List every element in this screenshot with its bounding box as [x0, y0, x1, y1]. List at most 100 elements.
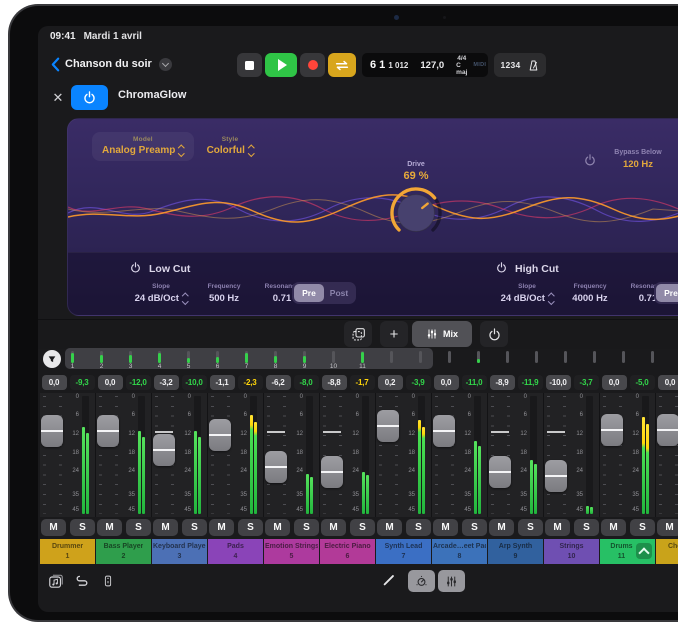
volume-value[interactable]: -8,9	[490, 375, 515, 390]
bypass-power-icon[interactable]	[584, 153, 596, 171]
volume-value[interactable]: -8,8	[322, 375, 347, 390]
volume-value[interactable]: -3,2	[154, 375, 179, 390]
fader-zone: 061218243545	[376, 393, 432, 517]
mix-toggle-button[interactable]: Mix	[412, 321, 472, 347]
bypass-below-control[interactable]: Bypass Below 120 Hz	[602, 149, 674, 170]
pre-button[interactable]: Pre	[656, 284, 678, 302]
volume-value[interactable]: -10,0	[546, 375, 571, 390]
post-button[interactable]: Post	[324, 284, 354, 302]
mute-button[interactable]: M	[41, 519, 66, 536]
mute-button[interactable]: M	[97, 519, 122, 536]
style-selector[interactable]: Style Colorful	[198, 136, 262, 156]
fader-handle[interactable]	[97, 415, 119, 447]
solo-button[interactable]: S	[462, 519, 487, 536]
volume-value[interactable]: -6,2	[266, 375, 291, 390]
track-label[interactable]: Bass Player2	[96, 539, 151, 564]
track-label[interactable]: Arcade…eet Pad8	[432, 539, 487, 564]
plugin-power-button[interactable]	[71, 85, 108, 110]
track-label[interactable]: Keyboard Player3	[152, 539, 207, 564]
track-label[interactable]: Arp Synth9	[488, 539, 543, 564]
play-button[interactable]	[265, 53, 297, 77]
track-label[interactable]: Strings10	[544, 539, 599, 564]
stop-button[interactable]	[237, 53, 262, 77]
volume-value[interactable]: 0,0	[602, 375, 627, 390]
copy-settings-button[interactable]	[344, 321, 372, 347]
mixer-view-button[interactable]	[438, 570, 465, 592]
track-label[interactable]: Pads4	[208, 539, 263, 564]
record-button[interactable]	[300, 53, 325, 77]
volume-value[interactable]: 0,0	[98, 375, 123, 390]
solo-button[interactable]: S	[350, 519, 375, 536]
scale-tick-label: 45	[464, 507, 471, 513]
solo-button[interactable]: S	[574, 519, 599, 536]
solo-button[interactable]: S	[126, 519, 151, 536]
solo-button[interactable]: S	[518, 519, 543, 536]
volume-value[interactable]: 0,0	[434, 375, 459, 390]
fader-handle[interactable]	[321, 456, 343, 488]
fader-handle[interactable]	[265, 451, 287, 483]
lcd-display[interactable]: 6 1 1 012 127,0 4/4C maj MIDI	[362, 53, 488, 77]
mute-button[interactable]: M	[545, 519, 570, 536]
fader-handle[interactable]	[209, 419, 231, 451]
add-button[interactable]: +	[380, 321, 408, 347]
controls-view-button[interactable]	[408, 570, 435, 592]
mute-button[interactable]: M	[377, 519, 402, 536]
fader-handle[interactable]	[377, 410, 399, 442]
back-chevron-icon[interactable]	[46, 52, 64, 76]
high-cut-power-icon[interactable]	[496, 262, 507, 276]
solo-button[interactable]: S	[294, 519, 319, 536]
mute-button[interactable]: M	[489, 519, 514, 536]
collapse-channel-button[interactable]	[636, 543, 652, 559]
track-label[interactable]: Electric Piano6	[320, 539, 375, 564]
mixer-power-button[interactable]	[480, 321, 508, 347]
mute-button[interactable]: M	[265, 519, 290, 536]
volume-value[interactable]: 0,2	[378, 375, 403, 390]
plugins-icon[interactable]	[72, 571, 92, 591]
mute-button[interactable]: M	[433, 519, 458, 536]
track-label[interactable]: Chorus V12	[656, 539, 678, 564]
solo-button[interactable]: S	[630, 519, 655, 536]
keyboard-icon[interactable]	[98, 571, 118, 591]
close-plugin-button[interactable]: ✕	[48, 87, 68, 109]
song-title-menu[interactable]: Chanson du soir	[65, 52, 172, 76]
frequency-control[interactable]: Frequency 500 Hz	[198, 283, 250, 304]
track-name: Strings	[559, 542, 583, 551]
fader-handle[interactable]	[433, 415, 455, 447]
volume-value[interactable]: 0,0	[658, 375, 678, 390]
track-label[interactable]: Drums11	[600, 539, 655, 564]
frequency-control[interactable]: Frequency 4000 Hz	[564, 283, 616, 304]
count-in-group[interactable]: 1234	[494, 53, 546, 77]
loops-browser-icon[interactable]	[46, 571, 66, 591]
volume-value[interactable]: 0,0	[42, 375, 67, 390]
channel-strip-3: -3,2-10,0061218243545MSKeyboard Player3	[152, 373, 208, 565]
volume-value[interactable]: -1,1	[210, 375, 235, 390]
slope-control[interactable]: Slope 24 dB/Oct	[496, 283, 558, 304]
mute-button[interactable]: M	[153, 519, 178, 536]
track-label[interactable]: Drummer1	[40, 539, 95, 564]
solo-button[interactable]: S	[182, 519, 207, 536]
fader-handle[interactable]	[657, 414, 678, 446]
low-cut-power-icon[interactable]	[130, 262, 141, 276]
mute-button[interactable]: M	[601, 519, 626, 536]
fader-handle[interactable]	[153, 434, 175, 466]
edit-pencil-icon[interactable]	[382, 573, 398, 589]
fader-handle[interactable]	[489, 456, 511, 488]
track-label[interactable]: Synth Lead7	[376, 539, 431, 564]
mute-button[interactable]: M	[209, 519, 234, 536]
mute-button[interactable]: M	[657, 519, 678, 536]
track-label[interactable]: Emotion Strings5	[264, 539, 319, 564]
mute-button[interactable]: M	[321, 519, 346, 536]
scale-tick-label: 0	[76, 394, 79, 400]
cycle-button[interactable]	[328, 53, 356, 77]
drive-knob[interactable]	[388, 185, 444, 241]
model-selector[interactable]: Model Analog Preamp	[92, 132, 194, 161]
fader-handle[interactable]	[41, 415, 63, 447]
fader-handle[interactable]	[601, 414, 623, 446]
solo-button[interactable]: S	[70, 519, 95, 536]
pre-button[interactable]: Pre	[294, 284, 324, 302]
fader-handle[interactable]	[545, 460, 567, 492]
track-number: 2	[104, 552, 144, 561]
slope-control[interactable]: Slope 24 dB/Oct	[130, 283, 192, 304]
solo-button[interactable]: S	[238, 519, 263, 536]
solo-button[interactable]: S	[406, 519, 431, 536]
